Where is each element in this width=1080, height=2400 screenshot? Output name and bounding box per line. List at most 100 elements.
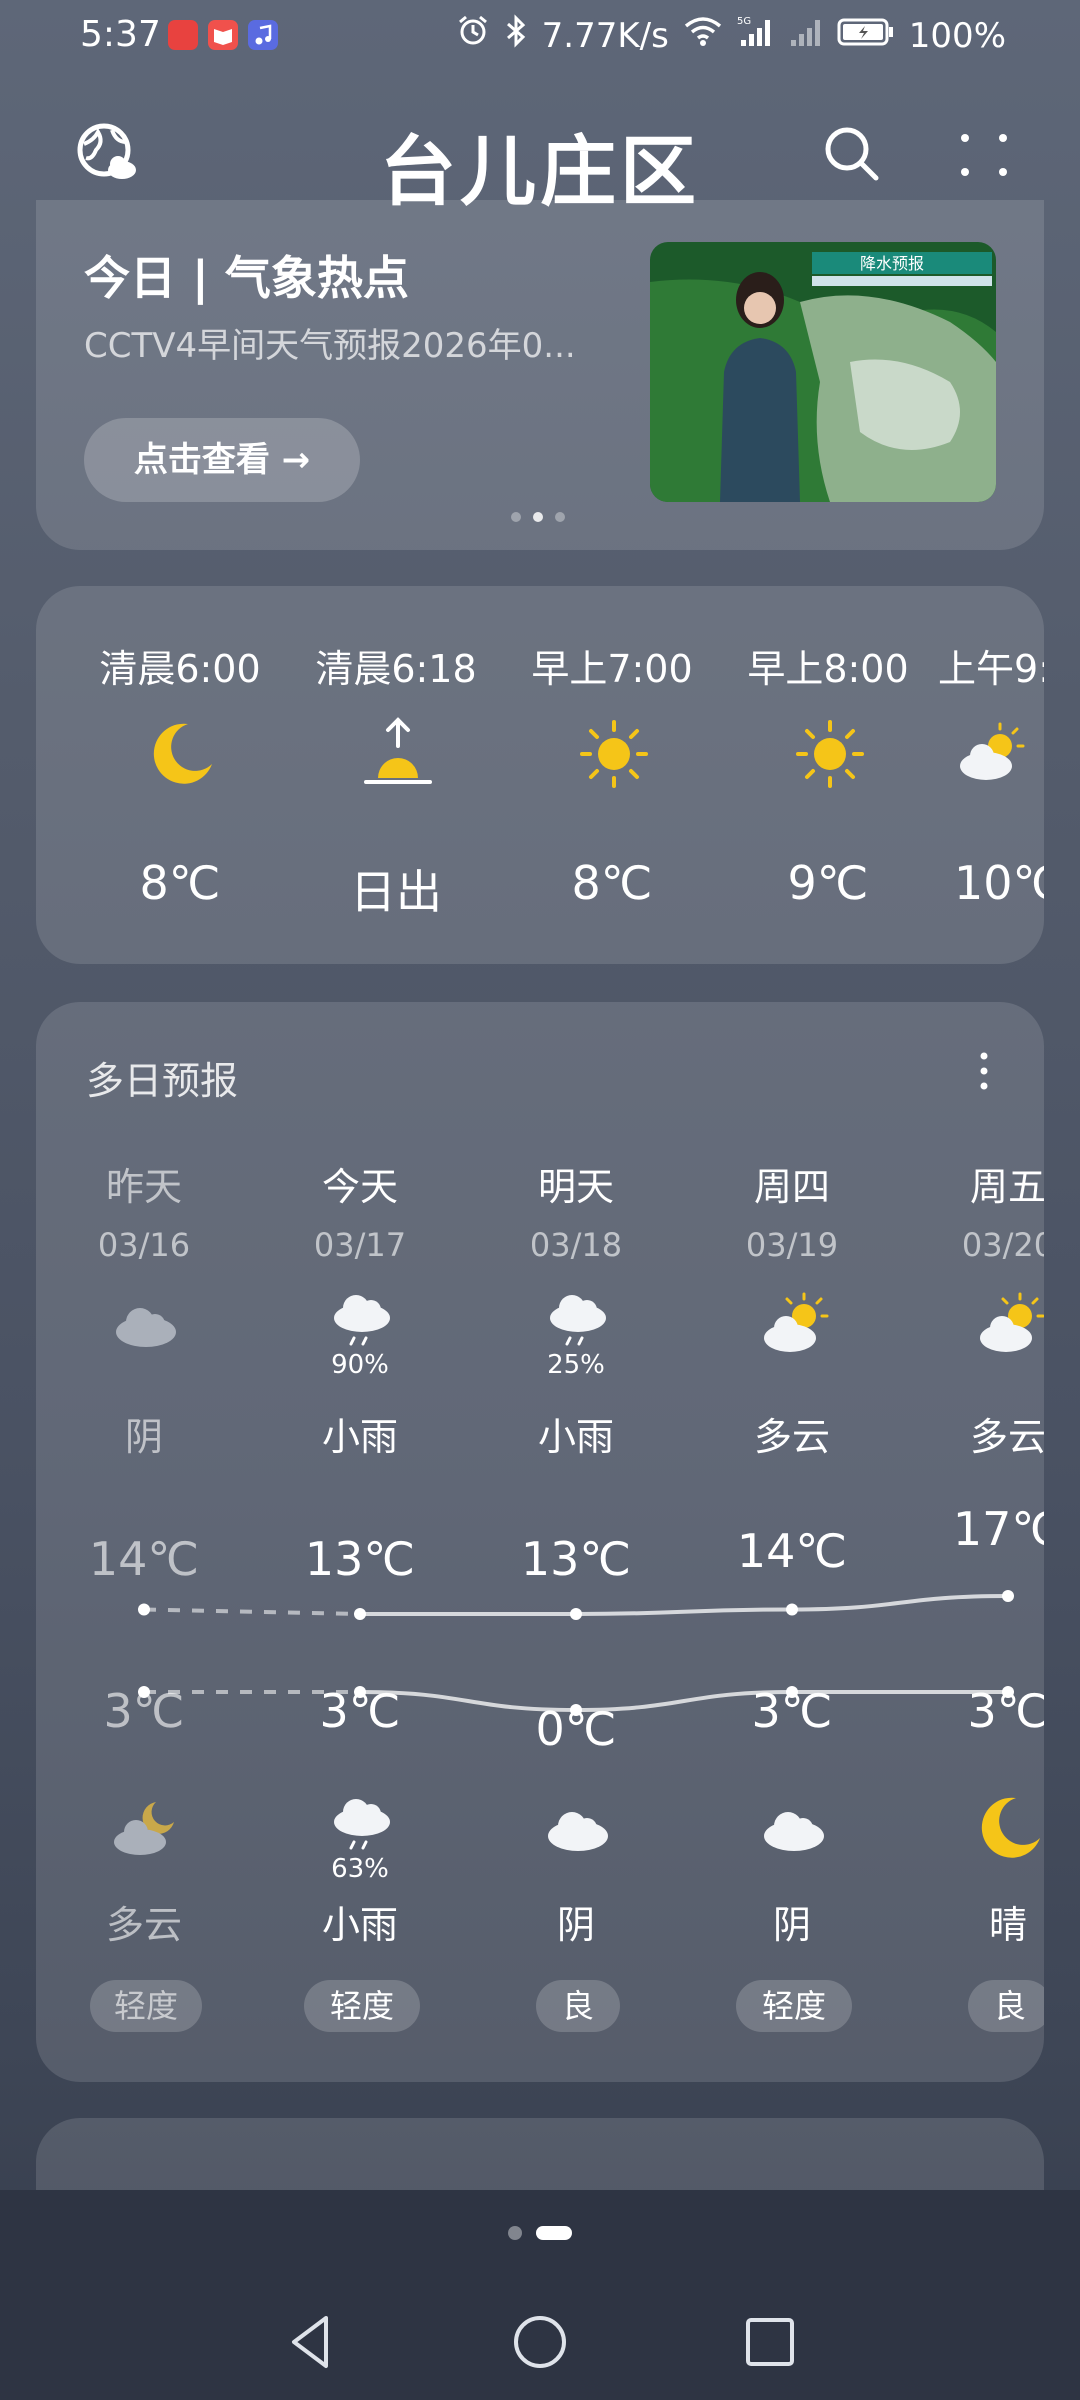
hour-temp: 8℃ — [139, 856, 221, 910]
signal-5g-icon: 5G — [737, 14, 773, 57]
sunrise-icon — [360, 716, 436, 792]
high-temp: 13℃ — [304, 1532, 416, 1586]
partly-cloudy-icon — [952, 716, 1028, 792]
search-icon[interactable] — [820, 122, 884, 186]
day-precip-chance: 90% — [331, 1350, 389, 1380]
aqi-badge: 轻度 — [90, 1980, 202, 2032]
low-temp: 3℃ — [319, 1684, 401, 1738]
wifi-icon — [683, 15, 723, 56]
night-condition: 晴 — [988, 1903, 1027, 1947]
partly-cloudy-icon — [974, 1288, 1044, 1360]
day-condition: 阴 — [124, 1415, 163, 1459]
low-temp: 3℃ — [751, 1684, 833, 1738]
forecast-video-thumbnail[interactable]: 降水预报 — [650, 242, 996, 502]
aqi-badge: 轻度 — [736, 1980, 852, 2032]
high-temp-line — [138, 1590, 1014, 1620]
day-name: 周四 — [753, 1165, 830, 1209]
day-date: 03/20 — [961, 1226, 1044, 1264]
day-condition: 多云 — [969, 1415, 1044, 1459]
night-condition: 阴 — [556, 1903, 595, 1947]
huawei-app-icon — [168, 20, 198, 50]
partly-cloudy-night-icon — [110, 1792, 182, 1864]
high-temp-point — [1002, 1590, 1014, 1602]
hour-time: 上午9: — [938, 647, 1044, 691]
day-name: 明天 — [537, 1165, 614, 1209]
hour-temp: 9℃ — [787, 856, 869, 910]
daily-forecast-title: 多日预报 — [86, 1059, 239, 1103]
low-temp: 3℃ — [967, 1684, 1044, 1738]
hour-time: 清晨6:00 — [99, 647, 261, 691]
cloud-icon — [542, 1792, 614, 1864]
hour-temp: 日出 — [350, 865, 442, 919]
status-bar: 5:37 7.77K/s 5G 100% — [0, 0, 1080, 72]
cloud-icon — [110, 1288, 182, 1360]
hour-temp: 10℃ — [954, 856, 1044, 910]
back-icon[interactable] — [280, 2310, 344, 2374]
day-name: 周五 — [969, 1165, 1044, 1209]
day-date: 03/17 — [313, 1226, 407, 1264]
high-temp-point — [570, 1608, 582, 1620]
day-condition: 小雨 — [321, 1415, 398, 1459]
bluetooth-icon — [504, 14, 528, 57]
battery-icon — [837, 16, 895, 56]
hot-topic-title: 今日 | 气象热点 — [84, 251, 409, 305]
high-temp: 13℃ — [520, 1532, 632, 1586]
high-temp: 17℃ — [952, 1502, 1044, 1556]
carousel-dot-active — [533, 512, 543, 522]
thumb-caption: 降水预报 — [860, 254, 924, 273]
cloud-icon — [758, 1792, 830, 1864]
home-icon[interactable] — [508, 2310, 572, 2374]
aqi-badge: 轻度 — [304, 1980, 420, 2032]
book-app-icon — [208, 20, 238, 50]
svg-text:5G: 5G — [737, 16, 751, 27]
moon-icon — [974, 1792, 1044, 1864]
hour-time: 早上7:00 — [531, 647, 693, 691]
carousel-dot — [511, 512, 521, 522]
recents-icon[interactable] — [738, 2310, 802, 2374]
day-name: 今天 — [321, 1165, 398, 1209]
more-icon[interactable] — [955, 126, 1015, 186]
alarm-icon — [456, 14, 490, 57]
hour-temp: 8℃ — [571, 856, 653, 910]
status-time: 5:37 — [80, 14, 161, 55]
day-date: 03/18 — [529, 1226, 623, 1264]
aqi-badge: 良 — [968, 1980, 1044, 2032]
night-precip-chance: 63% — [331, 1854, 389, 1884]
hour-time: 清晨6:18 — [315, 647, 477, 691]
page-dot-active — [536, 2226, 572, 2240]
notification-badges — [168, 20, 278, 50]
view-details-button[interactable]: 点击查看 → — [84, 418, 360, 502]
signal-icon — [787, 14, 823, 57]
more-vertical-icon[interactable] — [964, 1046, 1004, 1096]
hourly-forecast-card[interactable]: 清晨6:00 8℃ 清晨6:18 日出 早上7:00 8℃ 早上8:00 9℃ … — [36, 586, 1044, 964]
low-temp: 3℃ — [103, 1684, 185, 1738]
daily-forecast-card[interactable]: 多日预报 昨天 03/16 阴 14℃ 3℃ 多云 轻度 今天 03/17 90… — [36, 1002, 1044, 2082]
carousel-dot — [555, 512, 565, 522]
day-condition: 多云 — [753, 1415, 830, 1459]
aqi-badge: 良 — [536, 1980, 620, 2032]
battery-percent: 100% — [908, 15, 1006, 56]
low-temp: 0℃ — [535, 1702, 617, 1756]
day-name: 昨天 — [105, 1165, 182, 1209]
high-temp-point — [786, 1603, 798, 1616]
day-precip-chance: 25% — [547, 1350, 605, 1380]
night-condition: 阴 — [772, 1903, 811, 1947]
high-temp: 14℃ — [88, 1532, 200, 1586]
hot-topic-card[interactable]: 今日 | 气象热点 CCTV4早间天气预报2026年0... 点击查看 → 降水… — [36, 200, 1044, 550]
day-date: 03/16 — [97, 1226, 191, 1264]
high-temp-point — [354, 1608, 366, 1620]
night-condition: 小雨 — [321, 1903, 398, 1947]
carousel-indicator — [511, 512, 565, 522]
high-temp: 14℃ — [736, 1524, 848, 1578]
day-condition: 小雨 — [537, 1415, 614, 1459]
sun-icon — [792, 716, 868, 792]
sun-icon — [576, 716, 652, 792]
night-condition: 多云 — [105, 1903, 182, 1947]
net-speed: 7.77K/s — [541, 15, 669, 56]
music-app-icon — [248, 20, 278, 50]
page-dot — [508, 2226, 522, 2240]
day-date: 03/19 — [745, 1226, 839, 1264]
hot-topic-subtitle: CCTV4早间天气预报2026年0... — [84, 326, 576, 366]
partly-cloudy-icon — [758, 1288, 830, 1360]
high-temp-point — [138, 1603, 150, 1616]
